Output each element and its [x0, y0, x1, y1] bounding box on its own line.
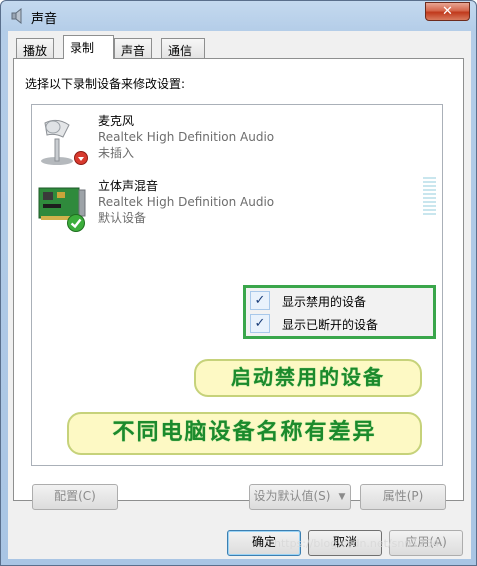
- menu-item-label: 显示已断开的设备: [282, 318, 379, 332]
- instruction-text: 选择以下录制设备来修改设置:: [25, 77, 186, 91]
- tab-playback[interactable]: 播放: [16, 38, 55, 58]
- set-default-button[interactable]: 设为默认值(S): [249, 484, 335, 510]
- tab-recording[interactable]: 录制: [63, 35, 114, 59]
- watermark: https://blog.csdn.net/snn1234: [274, 537, 440, 550]
- chevron-down-icon[interactable]: ▼: [334, 484, 351, 510]
- device-info: 立体声混音 Realtek High Definition Audio 默认设备: [98, 178, 274, 226]
- device-info: 麦克风 Realtek High Definition Audio 未插入: [98, 113, 274, 161]
- close-button[interactable]: ✕: [425, 2, 470, 21]
- device-status: 默认设备: [98, 211, 147, 225]
- list-item-stereo-mix[interactable]: 立体声混音 Realtek High Definition Audio 默认设备: [32, 176, 442, 238]
- menu-item-show-disabled[interactable]: ✓ 显示禁用的设备: [248, 290, 431, 311]
- tab-sounds[interactable]: 声音: [114, 38, 153, 58]
- tab-communications[interactable]: 通信: [161, 38, 205, 58]
- context-menu-highlight: ✓ 显示禁用的设备 ✓ 显示已断开的设备: [243, 285, 436, 339]
- menu-item-show-disconnected[interactable]: ✓ 显示已断开的设备: [248, 313, 431, 334]
- annotation-banner-enable-disabled: 启动禁用的设备: [194, 359, 422, 397]
- speaker-icon: [11, 8, 22, 24]
- configure-button[interactable]: 配置(C): [32, 484, 118, 510]
- device-list[interactable]: 麦克风 Realtek High Definition Audio 未插入 立体…: [31, 104, 443, 466]
- window-title: 声音: [31, 12, 58, 27]
- title-bar[interactable]: 声音 ✕: [1, 1, 476, 31]
- sound-dialog-window: 声音 ✕ 播放 录制 声音 通信 选择以下录制设备来修改设置: 麦克风 Real…: [0, 0, 477, 566]
- check-icon: ✓: [250, 291, 270, 310]
- unplugged-badge-icon: [74, 151, 88, 165]
- list-item-microphone[interactable]: 麦克风 Realtek High Definition Audio 未插入: [32, 111, 442, 173]
- device-name: 立体声混音: [98, 179, 159, 193]
- device-driver: Realtek High Definition Audio: [98, 195, 275, 209]
- properties-button[interactable]: 属性(P): [360, 484, 446, 510]
- menu-item-label: 显示禁用的设备: [282, 295, 367, 309]
- device-status: 未插入: [98, 146, 135, 160]
- device-driver: Realtek High Definition Audio: [98, 130, 275, 144]
- default-check-badge-icon: [67, 214, 85, 232]
- dialog-client-area: 播放 录制 声音 通信 选择以下录制设备来修改设置: 麦克风 Realtek H…: [8, 31, 471, 559]
- annotation-banner-device-names-vary: 不同电脑设备名称有差异: [67, 412, 422, 455]
- check-icon: ✓: [250, 314, 270, 333]
- audio-level-meter: [423, 177, 436, 217]
- device-name: 麦克风: [98, 114, 135, 128]
